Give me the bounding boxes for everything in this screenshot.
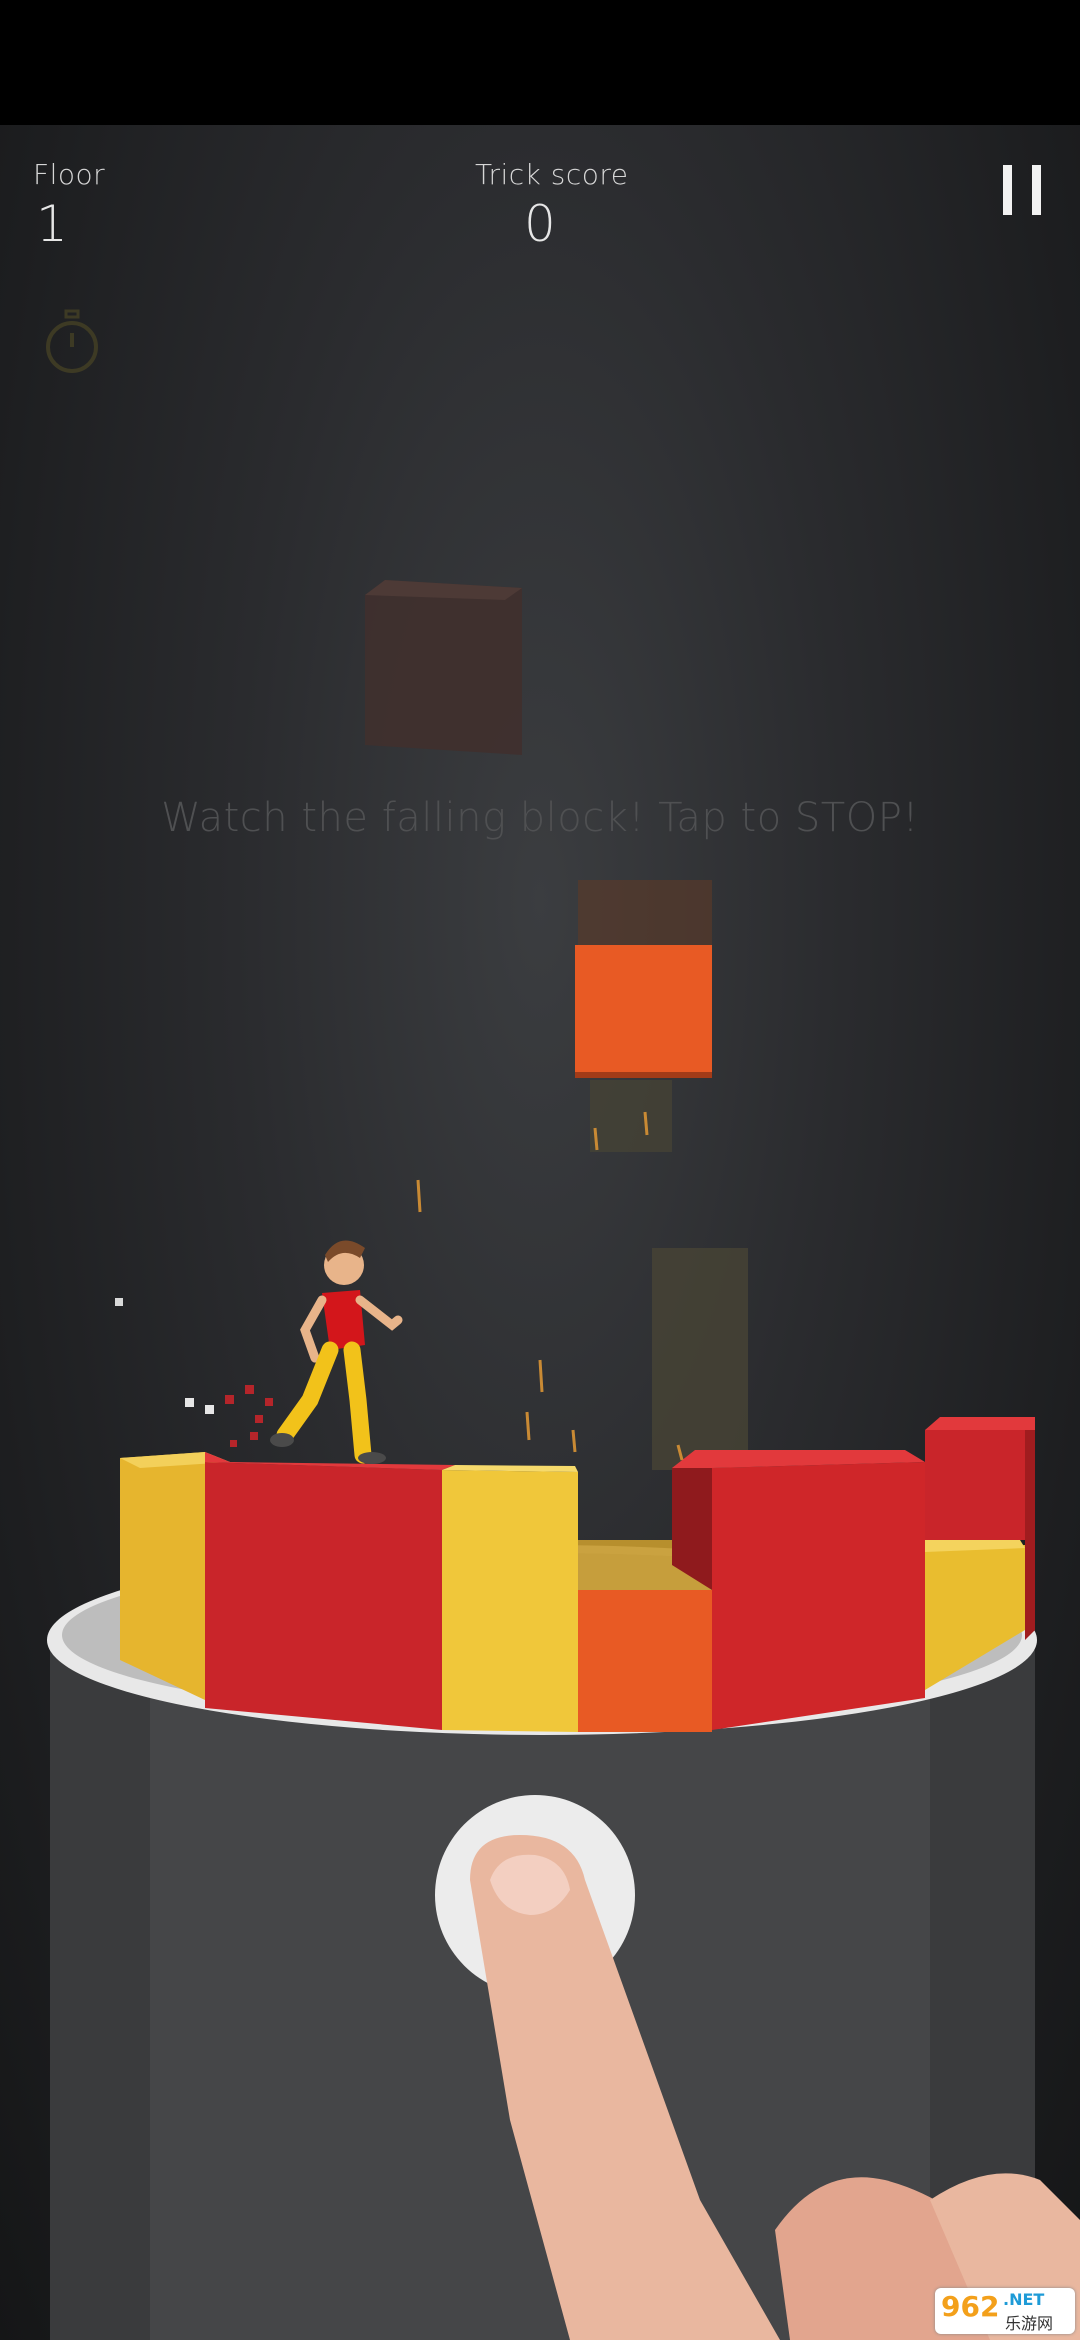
falling-block [575, 945, 712, 1072]
runner-character [270, 1240, 403, 1464]
debris-particles [115, 1298, 273, 1447]
watermark-brand: 962 [941, 2290, 1000, 2323]
falling-block-shadow [590, 1080, 672, 1152]
pause-button[interactable] [1003, 165, 1043, 215]
watermark-logo: 962 .NET 乐游网 [935, 2288, 1075, 2334]
ghost-block [365, 580, 522, 755]
floor-label: Floor [33, 158, 106, 191]
floor-value: 1 [36, 195, 68, 253]
block-yellow-left [120, 1452, 205, 1700]
watermark-net: .NET [1003, 2290, 1045, 2309]
block-yellow-2 [442, 1470, 578, 1732]
light-column [652, 1248, 748, 1470]
game-world [47, 580, 1080, 2340]
block-orange-3 [578, 1590, 712, 1732]
falling-block-trail [578, 880, 712, 945]
stopwatch-icon [46, 309, 98, 373]
block-red-1 [205, 1462, 442, 1730]
watermark-cn: 乐游网 [1005, 2314, 1054, 2333]
falling-block-edge [575, 1072, 712, 1078]
block-red-4 [712, 1462, 925, 1730]
hint-text: Watch the falling block! Tap to STOP! [161, 795, 919, 841]
trick-score-value: 0 [524, 195, 556, 253]
pause-icon [1003, 165, 1012, 215]
block-red-6 [925, 1430, 1035, 1540]
trick-score-label: Trick score [475, 158, 629, 191]
